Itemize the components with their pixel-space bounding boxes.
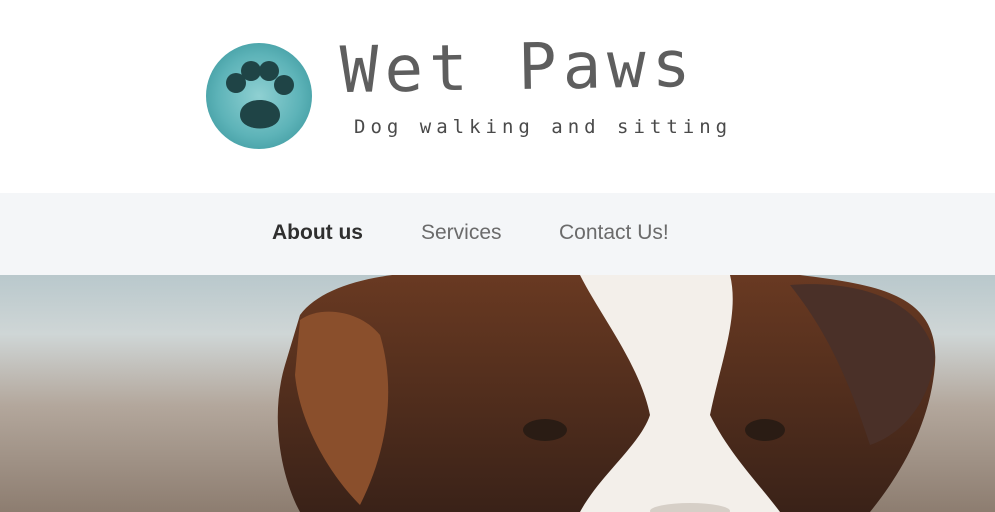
nav-services[interactable]: Services <box>421 222 502 243</box>
nav-about-us[interactable]: About us <box>272 222 363 243</box>
nav-contact-us[interactable]: Contact Us! <box>559 222 669 243</box>
brand-name[interactable]: Wet Paws <box>339 28 696 108</box>
brand-tagline: Dog walking and sitting <box>354 116 733 138</box>
hero-dog-image <box>0 275 995 512</box>
site-header: Wet Paws Dog walking and sitting <box>0 0 995 193</box>
main-nav: About us Services Contact Us! <box>0 193 995 275</box>
paw-logo-icon[interactable] <box>206 43 312 149</box>
